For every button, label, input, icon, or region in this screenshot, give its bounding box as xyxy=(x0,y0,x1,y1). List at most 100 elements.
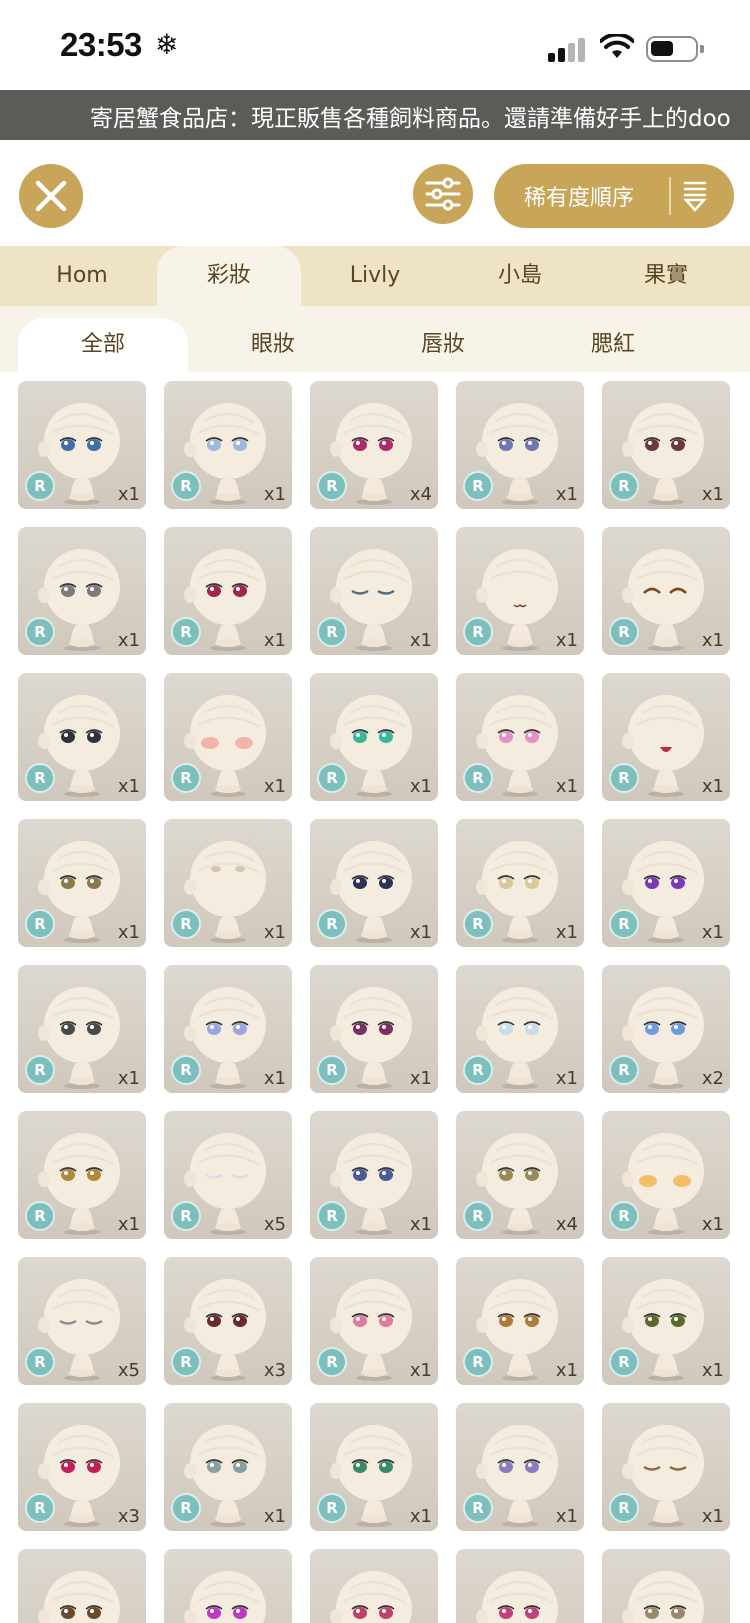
makeup-item-tile[interactable]: Rx1 xyxy=(18,965,146,1093)
rarity-badge: R xyxy=(25,617,55,647)
toolbar: 稀有度順序 xyxy=(0,140,750,246)
sort-label: 稀有度順序 xyxy=(524,186,635,211)
makeup-item-tile[interactable]: Rx1 xyxy=(456,965,584,1093)
makeup-item-tile[interactable]: Rx1 xyxy=(456,819,584,947)
item-quantity: x1 xyxy=(263,630,286,651)
makeup-item-tile[interactable]: Rx1 xyxy=(310,673,438,801)
makeup-item-tile[interactable]: R xyxy=(18,1549,146,1623)
item-quantity: x1 xyxy=(263,1068,286,1089)
subtab-all[interactable]: 全部 xyxy=(18,318,188,372)
item-quantity: x1 xyxy=(117,1214,140,1235)
item-quantity: x2 xyxy=(701,1068,724,1089)
makeup-item-tile[interactable]: Rx3 xyxy=(164,1257,292,1385)
tab-hom[interactable]: Hom xyxy=(12,246,152,306)
wifi-icon xyxy=(600,34,634,58)
sort-descending-icon xyxy=(683,181,707,212)
rarity-badge: R xyxy=(463,1055,493,1085)
rarity-badge: R xyxy=(609,763,639,793)
makeup-item-tile[interactable]: Rx1 xyxy=(18,819,146,947)
makeup-item-tile[interactable]: Rx1 xyxy=(164,1403,292,1531)
rarity-badge: R xyxy=(609,1055,639,1085)
rarity-badge: R xyxy=(25,1201,55,1231)
rarity-badge: R xyxy=(317,1201,347,1231)
rarity-badge: R xyxy=(609,909,639,939)
item-grid: Rx1 Rx1 Rx4 Rx1 Rx1 Rx1 Rx1 Rx1 Rx1 Rx1 Rx1 Rx1 Rx1 R… xyxy=(0,372,750,1623)
makeup-item-tile[interactable]: Rx1 xyxy=(310,1111,438,1239)
makeup-item-tile[interactable]: Rx1 xyxy=(602,1403,730,1531)
makeup-item-tile[interactable]: Rx1 xyxy=(602,673,730,801)
makeup-item-tile[interactable]: Rx1 xyxy=(602,381,730,509)
mannequin-head-icon xyxy=(184,1571,266,1623)
makeup-item-tile[interactable]: Rx1 xyxy=(18,673,146,801)
makeup-item-tile[interactable]: Rx1 xyxy=(164,673,292,801)
makeup-item-tile[interactable]: Rx1 xyxy=(602,1111,730,1239)
makeup-item-tile[interactable]: Rx1 xyxy=(310,1403,438,1531)
makeup-item-tile[interactable]: Rx5 xyxy=(164,1111,292,1239)
makeup-subtabs: 全部 眼妝 唇妝 腮紅 xyxy=(0,306,750,372)
sliders-icon xyxy=(425,177,461,211)
makeup-item-tile[interactable]: Rx1 xyxy=(18,527,146,655)
makeup-item-tile[interactable]: Rx1 xyxy=(18,381,146,509)
makeup-item-tile[interactable]: R xyxy=(456,1549,584,1623)
tab-island[interactable]: 小島 xyxy=(450,246,590,306)
battery-icon xyxy=(646,36,704,62)
makeup-item-tile[interactable]: Rx1 xyxy=(456,1257,584,1385)
makeup-item-tile[interactable]: Rx2 xyxy=(602,965,730,1093)
makeup-item-tile[interactable]: Rx1 xyxy=(164,819,292,947)
rarity-badge: R xyxy=(463,763,493,793)
makeup-item-tile[interactable]: Rx1 xyxy=(602,527,730,655)
item-quantity: x5 xyxy=(117,1360,140,1381)
mannequin-head-icon xyxy=(476,1571,558,1623)
subtab-lip-makeup[interactable]: 唇妝 xyxy=(358,318,528,372)
rarity-badge: R xyxy=(463,1201,493,1231)
rarity-badge: R xyxy=(317,763,347,793)
item-quantity: x1 xyxy=(117,630,140,651)
makeup-item-tile[interactable]: Rx1 xyxy=(456,1403,584,1531)
makeup-item-tile[interactable]: Rx1 xyxy=(602,1257,730,1385)
item-quantity: x4 xyxy=(409,484,432,505)
announcement-marquee: 寄居蟹食品店：現正販售各種飼料商品。還請準備好手上的doo xyxy=(0,90,750,140)
makeup-item-tile[interactable]: Rx4 xyxy=(310,381,438,509)
rarity-badge: R xyxy=(317,1055,347,1085)
makeup-item-tile[interactable]: Rx1 xyxy=(164,381,292,509)
makeup-item-tile[interactable]: Rx1 xyxy=(18,1111,146,1239)
item-quantity: x1 xyxy=(263,484,286,505)
item-quantity: x3 xyxy=(263,1360,286,1381)
item-quantity: x1 xyxy=(409,1360,432,1381)
makeup-item-tile[interactable]: Rx1 xyxy=(456,381,584,509)
makeup-item-tile[interactable]: Rx1 xyxy=(310,1257,438,1385)
makeup-item-tile[interactable]: Rx5 xyxy=(18,1257,146,1385)
makeup-item-tile[interactable]: Rx1 xyxy=(310,965,438,1093)
makeup-item-tile[interactable]: Rx1 xyxy=(602,819,730,947)
item-quantity: x1 xyxy=(263,776,286,797)
makeup-item-tile[interactable]: Rx4 xyxy=(456,1111,584,1239)
rarity-badge: R xyxy=(609,617,639,647)
filter-button[interactable] xyxy=(413,164,473,224)
tab-makeup[interactable]: 彩妝 xyxy=(157,246,301,306)
item-quantity: x1 xyxy=(701,1506,724,1527)
rarity-badge: R xyxy=(317,617,347,647)
close-button[interactable] xyxy=(19,164,83,228)
makeup-item-tile[interactable]: Rx1 xyxy=(456,527,584,655)
makeup-item-tile[interactable]: Rx3 xyxy=(18,1403,146,1531)
makeup-item-tile[interactable]: Rx1 xyxy=(164,965,292,1093)
status-bar: 23:53 ❄ xyxy=(0,0,750,90)
rarity-badge: R xyxy=(171,909,201,939)
makeup-item-tile[interactable]: Rx1 xyxy=(310,527,438,655)
subtab-blush[interactable]: 腮紅 xyxy=(528,318,698,372)
rarity-badge: R xyxy=(463,617,493,647)
makeup-item-tile[interactable]: Rx1 xyxy=(310,819,438,947)
subtab-eye-makeup[interactable]: 眼妝 xyxy=(188,318,358,372)
rarity-badge: R xyxy=(609,1493,639,1523)
rarity-badge: R xyxy=(463,471,493,501)
makeup-item-tile[interactable]: R xyxy=(164,1549,292,1623)
tab-fruit[interactable]: 果實 xyxy=(596,246,736,306)
tab-livly[interactable]: Livly xyxy=(305,246,445,306)
makeup-item-tile[interactable]: Rx1 xyxy=(164,527,292,655)
sort-order-button[interactable]: 稀有度順序 xyxy=(494,164,734,228)
item-quantity: x1 xyxy=(409,922,432,943)
makeup-item-tile[interactable]: Rx1 xyxy=(456,673,584,801)
cellular-signal-icon xyxy=(548,36,588,62)
makeup-item-tile[interactable]: R xyxy=(602,1549,730,1623)
makeup-item-tile[interactable]: R xyxy=(310,1549,438,1623)
